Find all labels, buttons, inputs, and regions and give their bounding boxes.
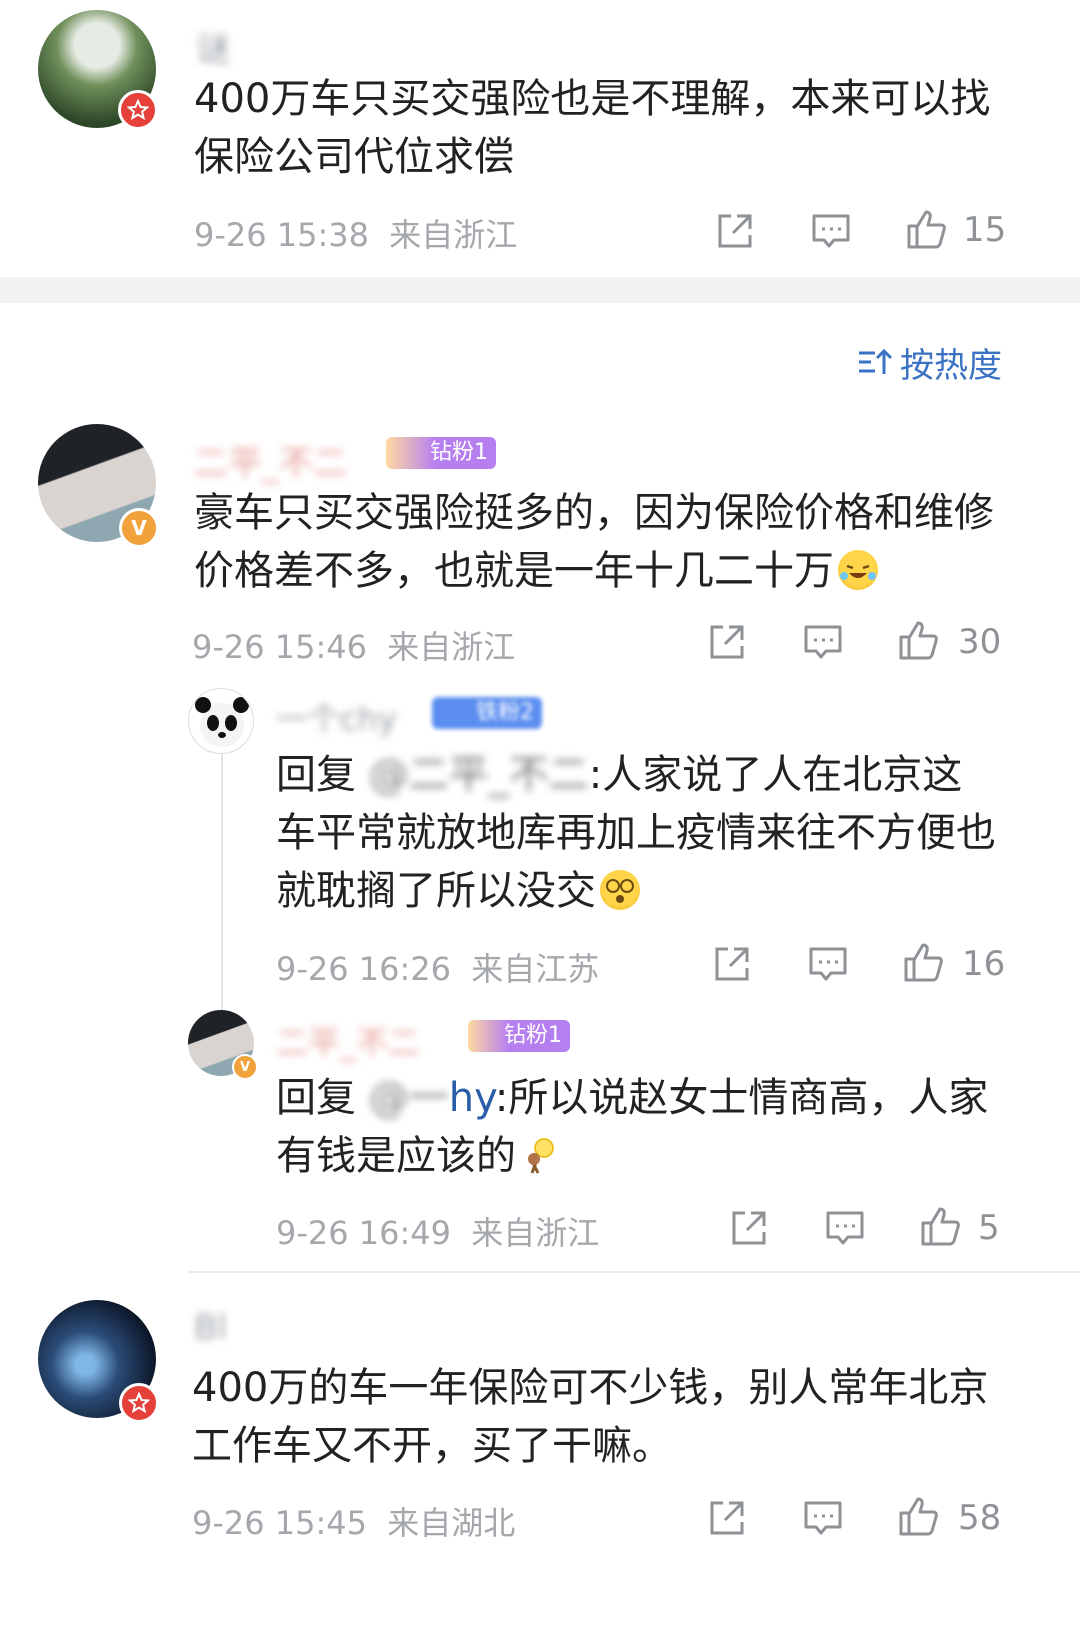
location: 来自浙江 <box>389 216 518 254</box>
sort-label: 按热度 <box>900 345 1002 386</box>
reply-text: 回复 @二平_不二:人家说了人在北京这车平常就放地库再加上疫情来往不方便也就耽搁… <box>276 752 996 914</box>
like-icon[interactable] <box>905 207 949 251</box>
like-icon[interactable] <box>897 1494 941 1538</box>
like-count: 15 <box>963 210 1007 250</box>
avatar[interactable] <box>188 688 254 754</box>
like-count: 16 <box>962 944 1006 984</box>
vip-badge-icon: V <box>119 508 159 548</box>
reply-meta: 9-26 16:26 来自江苏 <box>276 944 599 990</box>
username[interactable]: Bl <box>194 1308 227 1348</box>
like-icon[interactable] <box>919 1204 963 1248</box>
timestamp: 9-26 16:49 <box>276 1214 452 1252</box>
sort-toggle[interactable]: 按热度 <box>856 340 1002 386</box>
like-icon[interactable] <box>902 940 946 984</box>
comment-divider <box>188 1271 1080 1273</box>
mention-link[interactable]: @二平_不二 <box>369 752 589 798</box>
vip-badge-icon: V <box>232 1054 258 1080</box>
like-icon[interactable] <box>897 618 941 662</box>
comment-icon[interactable] <box>801 620 845 664</box>
reply-text: 回复 @一hy:所以说赵女士情商高，人家有钱是应该的 <box>276 1075 989 1179</box>
share-icon[interactable] <box>705 620 749 664</box>
timestamp: 9-26 16:26 <box>276 950 452 988</box>
comment-text: 400万的车一年保险可不少钱，别人常年北京工作车又不开，买了干嘛。 <box>192 1365 989 1469</box>
username[interactable]: 二平_不二 <box>194 436 347 485</box>
fan-badge: 钻粉1 <box>386 437 496 469</box>
timestamp: 9-26 15:46 <box>192 628 368 666</box>
share-icon[interactable] <box>705 1496 749 1540</box>
lightbulb-emoji <box>520 1135 560 1175</box>
comment-text: 400万车只买交强险也是不理解，本来可以找保险公司代位求偿 <box>194 76 991 180</box>
comment-meta: 9-26 15:45 来自湖北 <box>192 1498 515 1544</box>
dizzy-emoji <box>600 870 640 910</box>
comment-icon[interactable] <box>823 1206 867 1250</box>
location: 来自湖北 <box>387 1504 516 1542</box>
location: 来自浙江 <box>471 1214 600 1252</box>
comment-meta: 9-26 15:38 来自浙江 <box>194 210 517 256</box>
username[interactable]: 二平_不二 <box>276 1018 420 1064</box>
sort-icon <box>856 344 893 380</box>
like-count: 58 <box>958 1498 1002 1538</box>
laugh-cry-emoji <box>838 550 878 590</box>
verified-badge-icon <box>119 1383 159 1423</box>
location: 来自江苏 <box>471 950 600 988</box>
comment-icon[interactable] <box>806 942 850 986</box>
verified-badge-icon <box>118 90 158 130</box>
comment-icon[interactable] <box>801 1496 845 1540</box>
username[interactable]: 谜 <box>196 22 230 71</box>
share-icon[interactable] <box>727 1206 771 1250</box>
share-icon[interactable] <box>710 942 754 986</box>
location: 来自浙江 <box>387 628 516 666</box>
like-count: 5 <box>978 1208 1000 1248</box>
share-icon[interactable] <box>713 209 757 253</box>
fan-badge: 铁粉2 <box>432 697 542 729</box>
comment-icon[interactable] <box>809 209 853 253</box>
reply-meta: 9-26 16:49 来自浙江 <box>276 1208 599 1254</box>
mention-link[interactable]: @一 <box>369 1075 449 1121</box>
comment-meta: 9-26 15:46 来自浙江 <box>192 622 515 668</box>
section-divider <box>0 277 1080 303</box>
timestamp: 9-26 15:45 <box>192 1504 368 1542</box>
comment-text: 豪车只买交强险挺多的，因为保险价格和维修价格差不多，也就是一年十几二十万 <box>194 490 994 594</box>
username[interactable]: 一个chy <box>276 694 397 740</box>
like-count: 30 <box>958 622 1002 662</box>
fan-badge: 钻粉1 <box>468 1020 570 1052</box>
timestamp: 9-26 15:38 <box>194 216 370 254</box>
reply-thread-line <box>221 752 223 1010</box>
